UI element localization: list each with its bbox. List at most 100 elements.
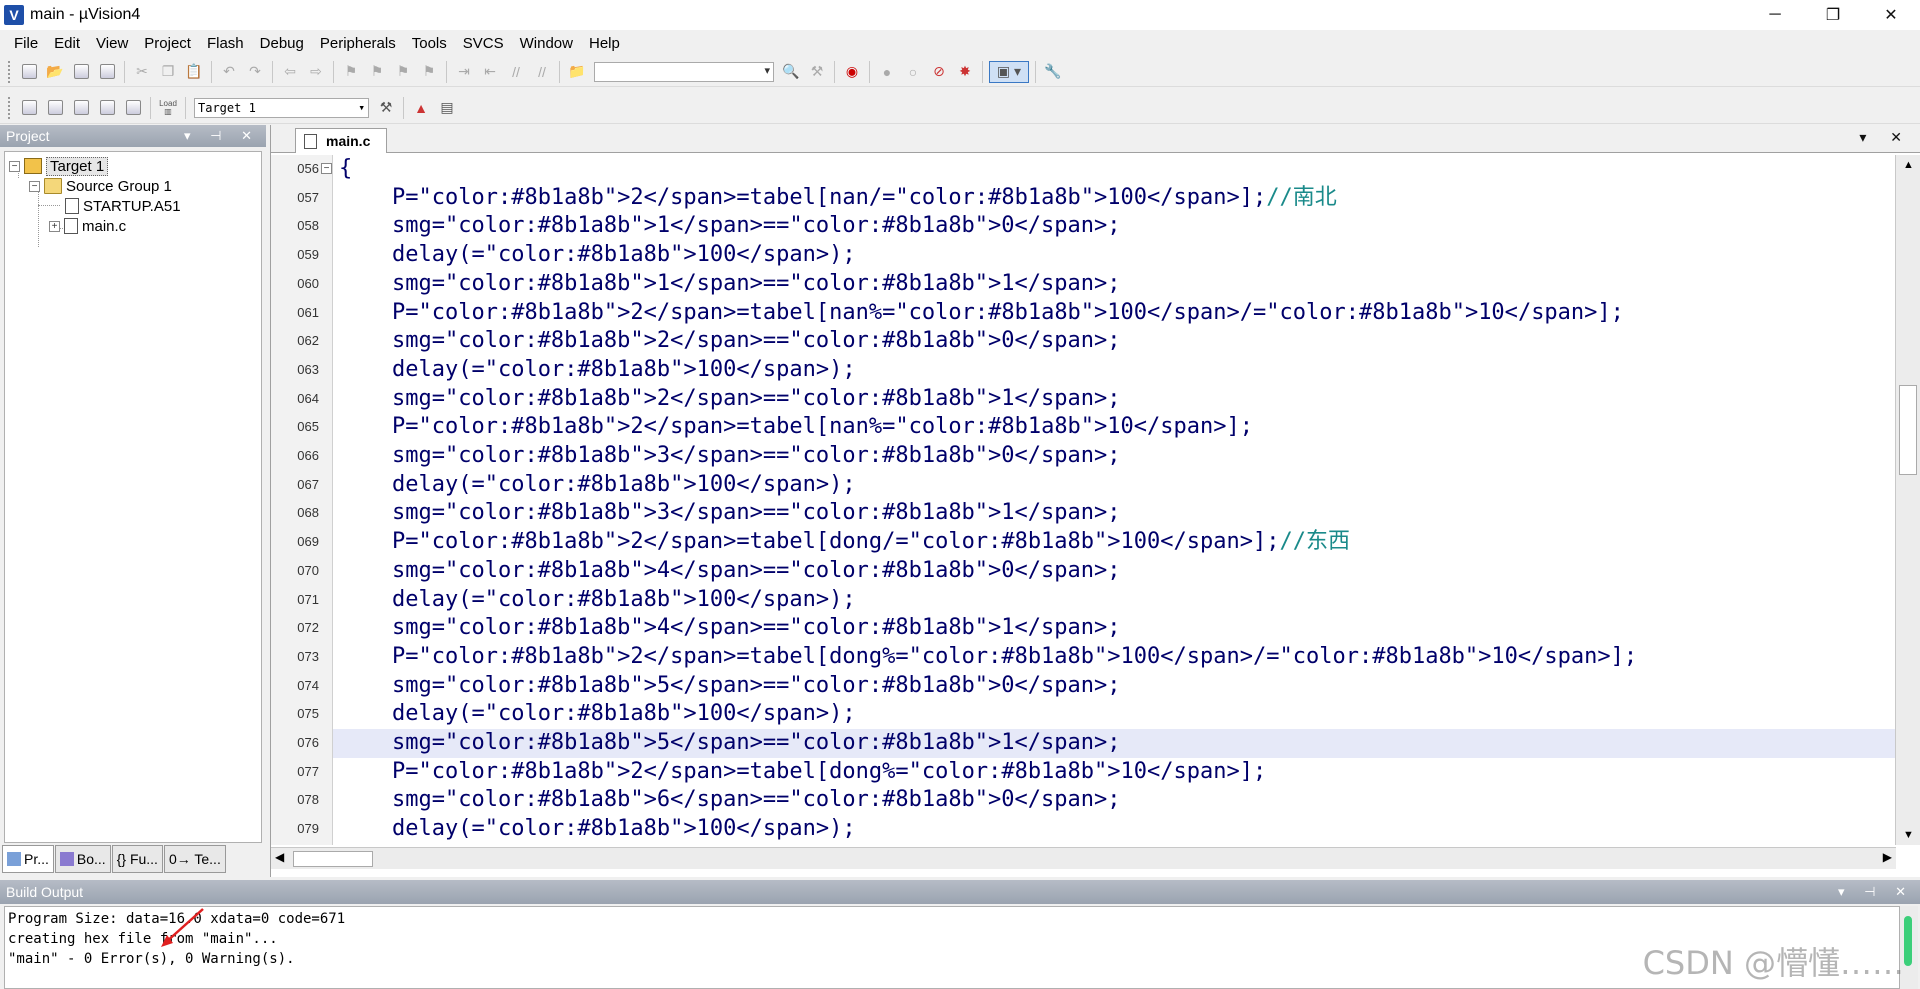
- save-icon[interactable]: [70, 61, 92, 83]
- batch-build-icon[interactable]: [96, 97, 118, 119]
- code-line[interactable]: 058 smg="color:#8b1a8b">1</span>=="color…: [271, 212, 1896, 241]
- close-button[interactable]: ✕: [1862, 0, 1920, 30]
- debug-session-icon[interactable]: ◉: [841, 61, 863, 83]
- navigate-forward-icon[interactable]: ⇨: [305, 61, 327, 83]
- editor-controls[interactable]: ▾ ✕: [1859, 129, 1912, 146]
- code-line[interactable]: 065 P="color:#8b1a8b">2</span>=tabel[nan…: [271, 413, 1896, 442]
- tab-functions[interactable]: {} Fu...: [111, 845, 163, 873]
- code-line[interactable]: 060 smg="color:#8b1a8b">1</span>=="color…: [271, 270, 1896, 299]
- tree-item-target[interactable]: − Target 1: [9, 155, 109, 177]
- scroll-up-icon[interactable]: ▲: [1903, 159, 1914, 171]
- build-output-text[interactable]: Program Size: data=16.0 xdata=0 code=671…: [4, 906, 1900, 989]
- menu-view[interactable]: View: [88, 30, 136, 57]
- code-line[interactable]: 075 delay(="color:#8b1a8b">100</span>);: [271, 700, 1896, 729]
- code-area[interactable]: 056−{057 P="color:#8b1a8b">2</span>=tabe…: [271, 155, 1896, 845]
- code-line[interactable]: 062 smg="color:#8b1a8b">2</span>=="color…: [271, 327, 1896, 356]
- fold-icon[interactable]: −: [321, 163, 332, 174]
- menu-debug[interactable]: Debug: [252, 30, 312, 57]
- code-line[interactable]: 079 delay(="color:#8b1a8b">100</span>);: [271, 815, 1896, 844]
- tab-templates[interactable]: 0→ Te...: [163, 845, 226, 873]
- code-line[interactable]: 068 smg="color:#8b1a8b">3</span>=="color…: [271, 499, 1896, 528]
- undo-icon[interactable]: ↶: [218, 61, 240, 83]
- code-line[interactable]: 069 P="color:#8b1a8b">2</span>=tabel[don…: [271, 528, 1896, 557]
- cut-icon[interactable]: ✂: [131, 61, 153, 83]
- target-options-icon[interactable]: ⚒: [375, 97, 397, 119]
- menu-svcs[interactable]: SVCS: [455, 30, 512, 57]
- find-in-files-icon[interactable]: 📁: [566, 61, 588, 83]
- stop-build-icon[interactable]: [122, 97, 144, 119]
- disable-breakpoints-icon[interactable]: ⊘: [928, 61, 950, 83]
- rebuild-icon[interactable]: [70, 97, 92, 119]
- toolbar-grip[interactable]: [8, 96, 12, 119]
- tab-project[interactable]: Pr...: [2, 845, 54, 873]
- find-icon[interactable]: 🔍: [780, 61, 802, 83]
- target-select[interactable]: Target 1: [194, 97, 369, 118]
- open-file-icon[interactable]: 📂: [44, 61, 66, 83]
- insert-breakpoint-icon[interactable]: ●: [876, 61, 898, 83]
- menu-window[interactable]: Window: [512, 30, 581, 57]
- expand-icon[interactable]: +: [49, 220, 60, 232]
- collapse-icon[interactable]: −: [9, 160, 20, 172]
- minimize-button[interactable]: ─: [1746, 0, 1804, 30]
- panel-controls[interactable]: ▾ ⊣ ✕: [184, 125, 260, 147]
- code-line[interactable]: 064 smg="color:#8b1a8b">2</span>=="color…: [271, 385, 1896, 414]
- tree-item-startup[interactable]: STARTUP.A51: [65, 195, 181, 217]
- code-line[interactable]: 057 P="color:#8b1a8b">2</span>=tabel[nan…: [271, 184, 1896, 213]
- find-combo[interactable]: [594, 61, 774, 82]
- scroll-thumb[interactable]: [293, 851, 373, 867]
- prev-bookmark-icon[interactable]: ⚑: [366, 61, 388, 83]
- menu-project[interactable]: Project: [136, 30, 199, 57]
- clear-bookmarks-icon[interactable]: ⚑: [418, 61, 440, 83]
- build-icon[interactable]: [44, 97, 66, 119]
- manage-components-icon[interactable]: ▲: [410, 97, 432, 119]
- code-line[interactable]: 078 smg="color:#8b1a8b">6</span>=="color…: [271, 786, 1896, 815]
- code-line[interactable]: 073 P="color:#8b1a8b">2</span>=tabel[don…: [271, 643, 1896, 672]
- scroll-left-icon[interactable]: ◀: [275, 850, 284, 864]
- enable-breakpoint-icon[interactable]: ○: [902, 61, 924, 83]
- menu-help[interactable]: Help: [581, 30, 628, 57]
- code-line[interactable]: 076 smg="color:#8b1a8b">5</span>=="color…: [271, 729, 1896, 758]
- menu-file[interactable]: File: [6, 30, 46, 57]
- code-line[interactable]: 072 smg="color:#8b1a8b">4</span>=="color…: [271, 614, 1896, 643]
- save-all-icon[interactable]: [96, 61, 118, 83]
- code-line[interactable]: 074 smg="color:#8b1a8b">5</span>=="color…: [271, 672, 1896, 701]
- comment-icon[interactable]: //: [505, 61, 527, 83]
- code-line[interactable]: 061 P="color:#8b1a8b">2</span>=tabel[nan…: [271, 299, 1896, 328]
- menu-edit[interactable]: Edit: [46, 30, 88, 57]
- code-line[interactable]: 059 delay(="color:#8b1a8b">100</span>);: [271, 241, 1896, 270]
- code-line[interactable]: 077 P="color:#8b1a8b">2</span>=tabel[don…: [271, 758, 1896, 787]
- code-line[interactable]: 056−{: [271, 155, 1896, 184]
- navigate-back-icon[interactable]: ⇦: [279, 61, 301, 83]
- horizontal-scrollbar[interactable]: ◀ ▶: [271, 847, 1896, 869]
- window-layout-icon[interactable]: ▣ ▾: [989, 60, 1029, 83]
- next-bookmark-icon[interactable]: ⚑: [392, 61, 414, 83]
- scroll-down-icon[interactable]: ▼: [1903, 829, 1914, 841]
- tab-books[interactable]: Bo...: [54, 845, 111, 873]
- indent-icon[interactable]: ⇥: [453, 61, 475, 83]
- scroll-thumb[interactable]: [1899, 385, 1917, 475]
- vertical-scrollbar[interactable]: ▲ ▼: [1895, 155, 1920, 845]
- incremental-find-icon[interactable]: ⚒: [806, 61, 828, 83]
- uncomment-icon[interactable]: //: [531, 61, 553, 83]
- new-file-icon[interactable]: [18, 61, 40, 83]
- copy-icon[interactable]: ❐: [157, 61, 179, 83]
- panel-controls[interactable]: ▾ ⊣ ✕: [1838, 880, 1914, 904]
- code-line[interactable]: 066 smg="color:#8b1a8b">3</span>=="color…: [271, 442, 1896, 471]
- tree-item-main-c[interactable]: + main.c: [49, 215, 126, 237]
- tab-main-c[interactable]: main.c: [295, 128, 387, 153]
- kill-breakpoints-icon[interactable]: ✸: [954, 61, 976, 83]
- menu-peripherals[interactable]: Peripherals: [312, 30, 404, 57]
- bookmark-icon[interactable]: ⚑: [340, 61, 362, 83]
- load-icon[interactable]: Load ▥: [157, 97, 179, 119]
- menu-tools[interactable]: Tools: [404, 30, 455, 57]
- scroll-right-icon[interactable]: ▶: [1883, 850, 1892, 864]
- configure-icon[interactable]: 🔧: [1042, 61, 1064, 83]
- toolbar-grip[interactable]: [8, 60, 12, 83]
- collapse-icon[interactable]: −: [29, 180, 40, 192]
- menu-flash[interactable]: Flash: [199, 30, 252, 57]
- redo-icon[interactable]: ↷: [244, 61, 266, 83]
- scroll-thumb[interactable]: [1904, 916, 1912, 966]
- code-line[interactable]: 070 smg="color:#8b1a8b">4</span>=="color…: [271, 557, 1896, 586]
- maximize-button[interactable]: ❐: [1804, 0, 1862, 30]
- translate-icon[interactable]: [18, 97, 40, 119]
